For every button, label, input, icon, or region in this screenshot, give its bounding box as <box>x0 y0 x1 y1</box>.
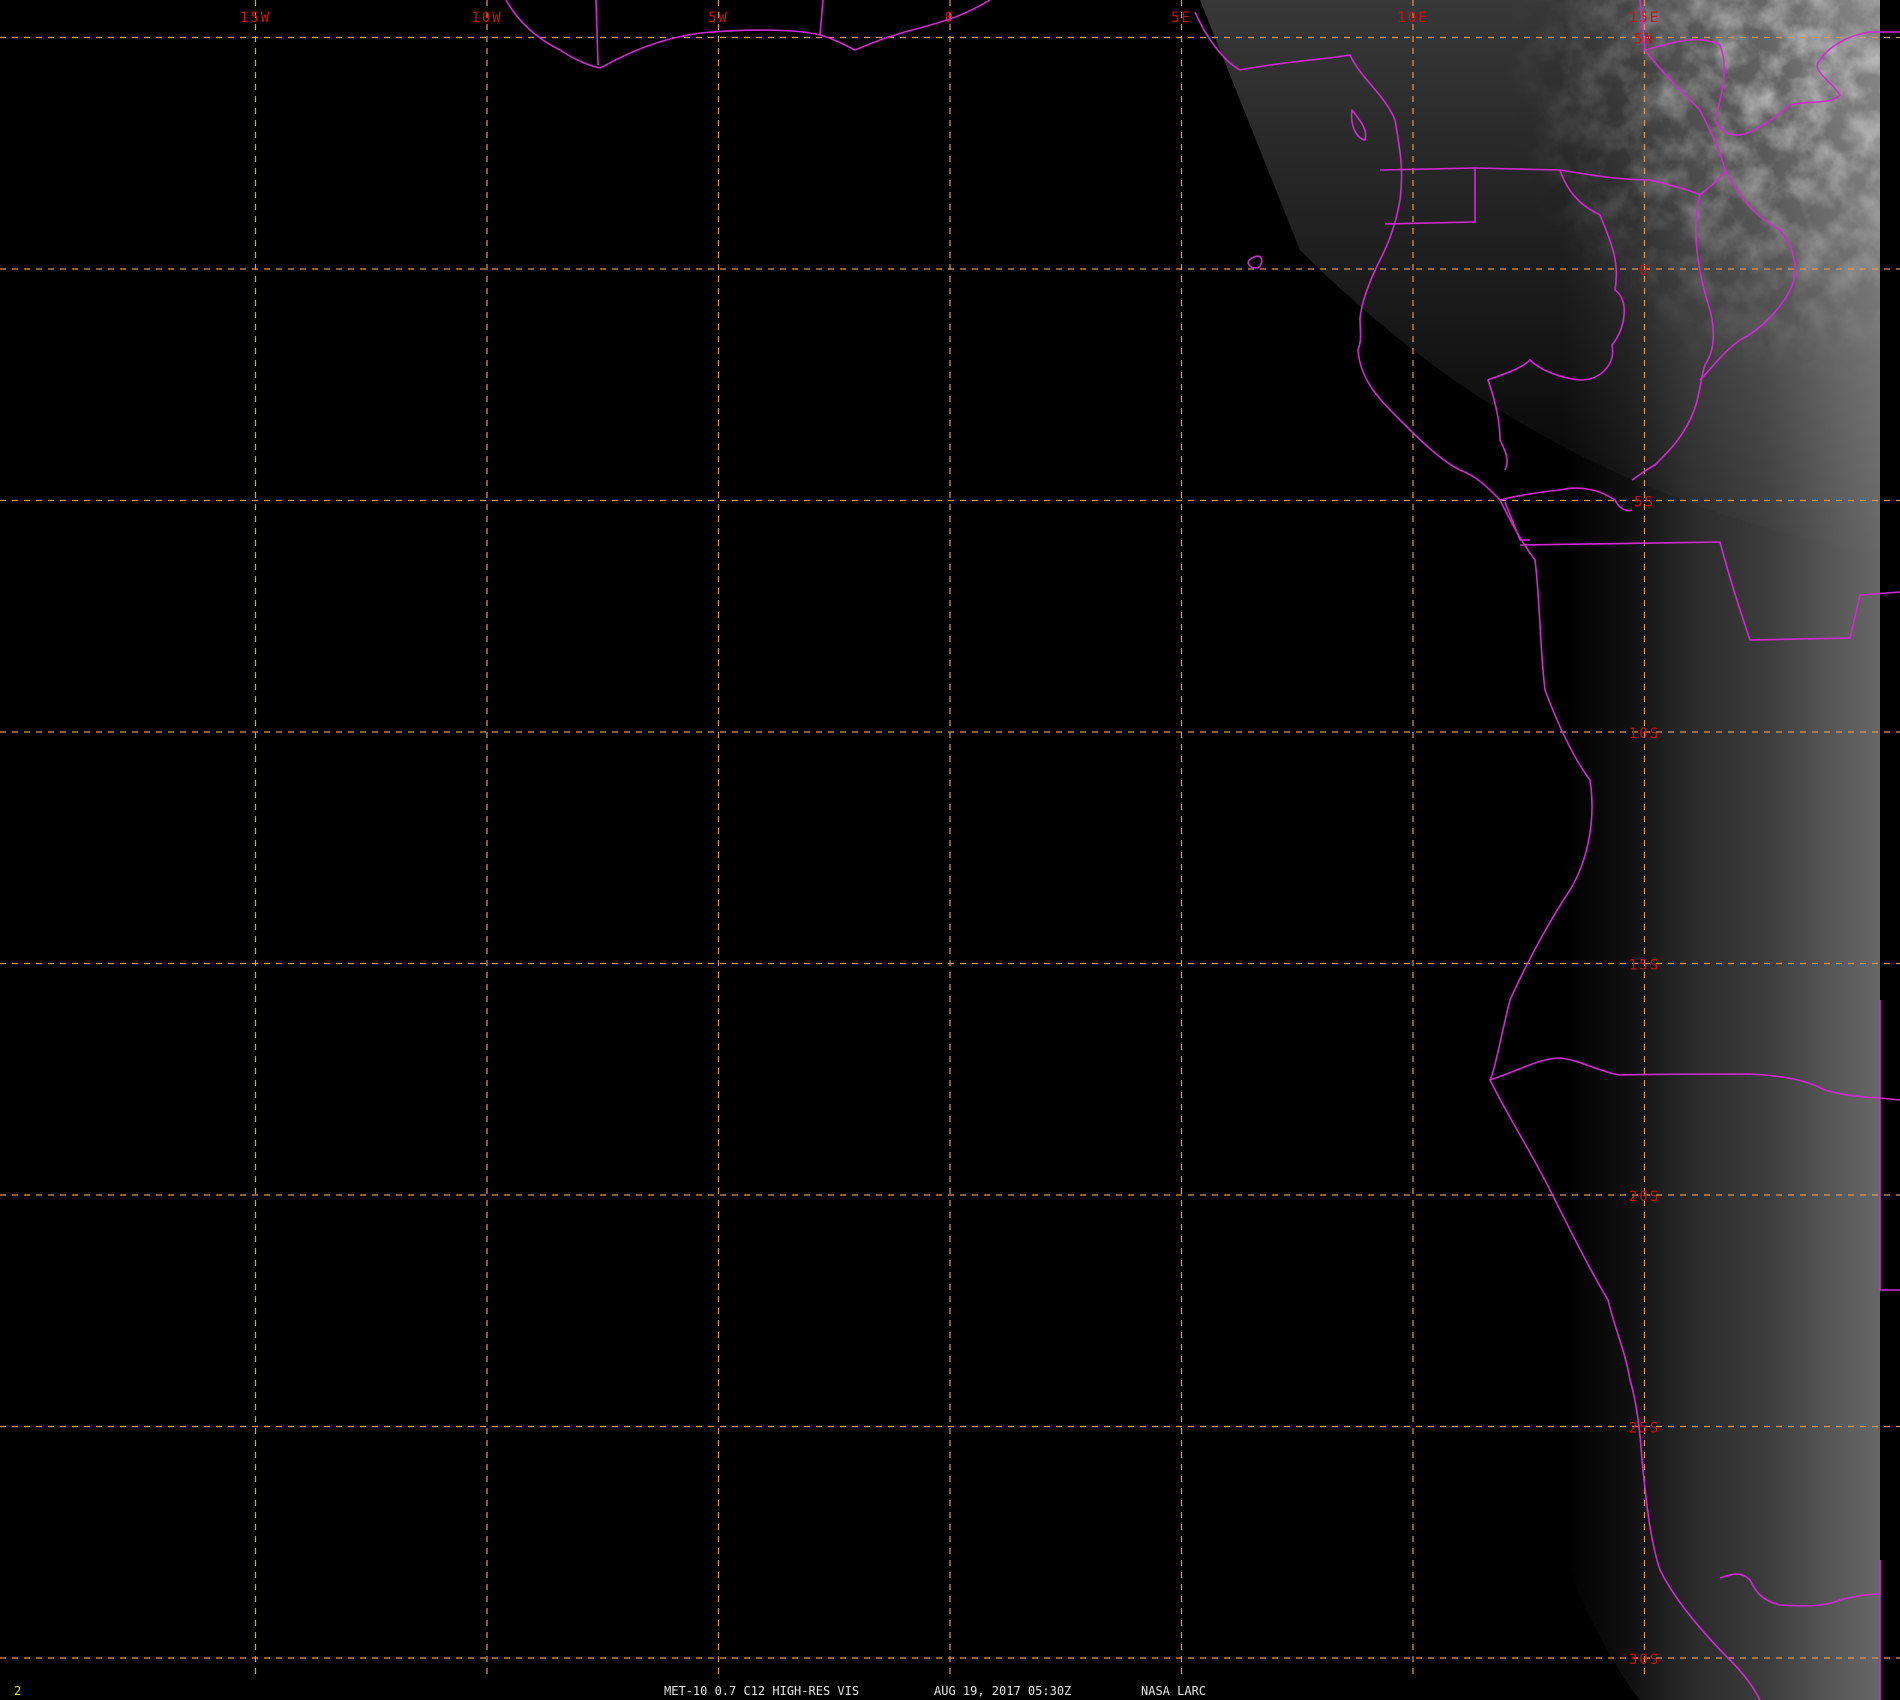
timestamp-label: AUG 19, 2017 05:30Z <box>934 1684 1072 1698</box>
lat-label-0: 0 <box>1639 263 1649 279</box>
lon-label-15w: 15W <box>240 10 271 26</box>
lat-label-30s: 30S <box>1629 1652 1660 1668</box>
lat-label-20s: 20S <box>1629 1189 1660 1205</box>
frame-number: 2 <box>14 1684 22 1698</box>
lon-label-15e: 15E <box>1629 10 1660 26</box>
lon-label-10e: 10E <box>1397 10 1428 26</box>
lon-label-10w: 10W <box>471 10 502 26</box>
lat-label-25s: 25S <box>1629 1421 1660 1437</box>
lat-label-15s: 15S <box>1629 958 1660 974</box>
satellite-map: 15W 10W 5W 0 5E 10E 15E5N05S10S15S20S25S30S <box>0 0 1900 1700</box>
source-label: NASA LARC <box>1141 1684 1207 1698</box>
lat-label-10s: 10S <box>1629 726 1660 742</box>
lat-label-5s: 5S <box>1634 495 1655 511</box>
product-label: MET-10 0.7 C12 HIGH-RES VIS <box>664 1684 860 1698</box>
lon-label-5e: 5E <box>1171 10 1192 26</box>
lon-label-5w: 5W <box>708 10 729 26</box>
